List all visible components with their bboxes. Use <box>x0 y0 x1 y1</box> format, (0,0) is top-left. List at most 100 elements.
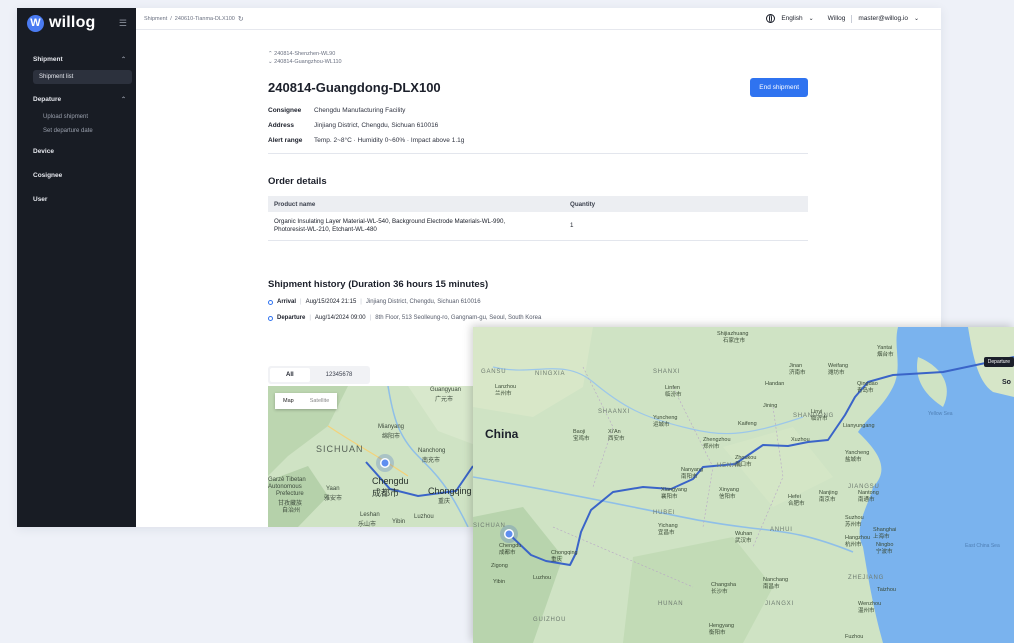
breadcrumb-shipment[interactable]: Shipment <box>144 16 167 22</box>
map-label-city: 盐城市 <box>845 457 862 463</box>
map-label: Prefecture <box>276 491 304 497</box>
route-map-large[interactable]: China GANSU NINGXIA SHANXI SHAANXI SHAND… <box>473 327 1014 643</box>
map-label-city: Ningbo <box>876 542 894 548</box>
sidebar-item-device[interactable]: Device <box>17 142 136 162</box>
sidebar-item-set-departure-date[interactable]: Set departure date <box>17 124 136 138</box>
address-value: Jinjiang District, Chengdu, Sichuan 6100… <box>314 122 439 129</box>
chevron-up-icon: ⌃ <box>120 96 126 103</box>
map-label-city: Suzhou <box>845 515 864 521</box>
map-label-city: 宝鸡市 <box>573 436 590 442</box>
map-label-city: Taizhou <box>877 587 896 593</box>
nav-section: Shipment ⌃ Shipment list Depature ⌃ Uplo… <box>17 52 136 210</box>
user-email[interactable]: master@willog.io <box>858 15 908 22</box>
nav-group-label: Depature <box>33 95 62 103</box>
chevron-up-icon: ⌃ <box>120 56 126 63</box>
nav-group-label: Shipment <box>33 55 63 63</box>
event-date: Aug/15/2024 21:15 <box>305 299 357 305</box>
sidebar-item-cosignee[interactable]: Cosignee <box>17 166 136 186</box>
divider <box>268 153 808 154</box>
departure-marker-tag[interactable]: Departure <box>983 357 1014 367</box>
language-select[interactable]: English <box>781 15 802 22</box>
map-label: 雅安市 <box>324 496 343 502</box>
map-label-city: Yibin <box>493 579 506 585</box>
shipment-history-title: Shipment history (Duration 36 hours 15 m… <box>268 279 489 290</box>
map-label-city: 南京市 <box>819 497 836 503</box>
map-label-city: 青岛市 <box>857 388 874 394</box>
willog-logo-icon: W <box>27 14 44 32</box>
map-label-city: 南通市 <box>858 497 875 503</box>
map-label-city: 宁波市 <box>876 549 893 555</box>
map-label-province: GANSU <box>481 369 507 375</box>
map-label-city: 成都市 <box>499 550 516 556</box>
map-label-city: Xuzhou <box>791 437 810 443</box>
separator: | <box>360 299 362 305</box>
map-label-sea: Yellow Sea <box>928 411 953 417</box>
tab-all[interactable]: All <box>270 368 310 382</box>
sidebar-item-upload-shipment[interactable]: Upload shipment <box>17 110 136 124</box>
separator: | <box>300 299 302 305</box>
map-label: 乐山市 <box>358 522 377 527</box>
map-label-city: Lianyungang <box>843 423 875 429</box>
topbar-right: English ⌄ Willog master@willog.io ⌄ <box>766 14 927 23</box>
collapse-menu-icon[interactable]: ☰ <box>119 18 127 29</box>
separator: | <box>369 315 372 321</box>
order-table: Product name Quantity Organic Insulating… <box>268 196 808 241</box>
map-label-city: Jining <box>763 403 778 409</box>
chevron-down-icon[interactable]: ⌄ <box>809 15 814 22</box>
map-label-city: 温州市 <box>858 608 875 614</box>
map-label-city: Fuzhou <box>845 634 864 640</box>
map-label: Chongqing <box>428 486 472 496</box>
product-cell: Organic Insulating Layer Material-WL-540… <box>268 212 564 241</box>
event-label: Arrival <box>277 299 297 305</box>
map-label: Nanchong <box>418 448 446 454</box>
map-label-city: 运城市 <box>653 422 670 428</box>
map-label-city: Shanghai <box>873 527 897 533</box>
map-label-city: 南阳市 <box>681 474 698 480</box>
end-shipment-button[interactable]: End shipment <box>750 78 808 97</box>
breadcrumb-separator: / <box>170 15 172 22</box>
map-label-city: Xiangyang <box>661 487 687 493</box>
map-label-city: 西安市 <box>608 436 625 442</box>
map-label-city: 南昌市 <box>763 584 780 590</box>
map-label-city: Hefei <box>788 494 801 500</box>
nav-group-depature[interactable]: Depature ⌃ <box>17 92 136 106</box>
map-label: SICHUAN <box>316 444 364 454</box>
map-label-city: 郑州市 <box>703 444 720 450</box>
consignee-row: Consignee Chengdu Manufacturing Facility <box>268 107 808 114</box>
map-type-satellite-button[interactable]: Satellite <box>302 393 338 409</box>
event-date: Aug/14/2024 09:00 <box>314 315 366 321</box>
map-label-city: 长沙市 <box>711 589 728 595</box>
prev-shipment-link[interactable]: ⌃ 240814-Shenzhen-WL90 <box>268 50 808 58</box>
chevron-down-icon[interactable]: ⌄ <box>914 15 919 22</box>
map-label-city: Qingdao <box>857 381 878 387</box>
map-label-province: JIANGXI <box>765 601 794 607</box>
route-map-small[interactable]: Map Satellite Guangyuan 广元市 Mianyang 绵阳市… <box>268 386 478 527</box>
map-label-edge: So <box>1002 379 1011 386</box>
globe-icon <box>766 14 776 23</box>
event-address: 8th Floor, 513 Seolleung-ro, Gangnam-gu,… <box>375 315 542 321</box>
nav-group-shipment[interactable]: Shipment ⌃ <box>17 52 136 66</box>
brand[interactable]: W willog ☰ <box>17 8 136 38</box>
tab-device[interactable]: 12345678 <box>310 368 369 382</box>
map-label-city: 武汉市 <box>735 538 752 544</box>
next-shipment-link[interactable]: ⌄ 240814-Guangzhou-WL110 <box>268 58 808 66</box>
map-label: Chengdu <box>372 476 409 486</box>
map-label-province: HUBEI <box>653 510 676 516</box>
brand-name: willog <box>49 14 96 31</box>
refresh-icon[interactable]: ↻ <box>238 15 244 23</box>
alert-value: Temp. 2~8°C · Humidity 0~60% · Impact ab… <box>314 137 465 144</box>
topbar: Shipment / 240610-Tianma-DLX100 ↻ Englis… <box>136 8 941 30</box>
map-label-city: 石家庄市 <box>723 338 746 344</box>
shipment-history-list: Arrival | Aug/15/2024 21:15 | Jinjiang D… <box>268 299 808 321</box>
sidebar-item-user[interactable]: User <box>17 190 136 210</box>
event-address: Jinjiang District, Chengdu, Sichuan 6100… <box>365 299 481 305</box>
map-label: 绵阳市 <box>382 434 401 440</box>
map-label-city: 合肥市 <box>788 501 805 507</box>
map-label-province: SICHUAN <box>473 523 506 529</box>
sidebar-item-shipment-list[interactable]: Shipment list <box>33 70 132 84</box>
map-label-province: GUIZHOU <box>533 617 567 623</box>
map-label-city: 上海市 <box>873 534 890 540</box>
map-type-map-button[interactable]: Map <box>275 393 302 409</box>
separator: | <box>309 315 311 321</box>
map-label-city: Handan <box>765 381 785 387</box>
